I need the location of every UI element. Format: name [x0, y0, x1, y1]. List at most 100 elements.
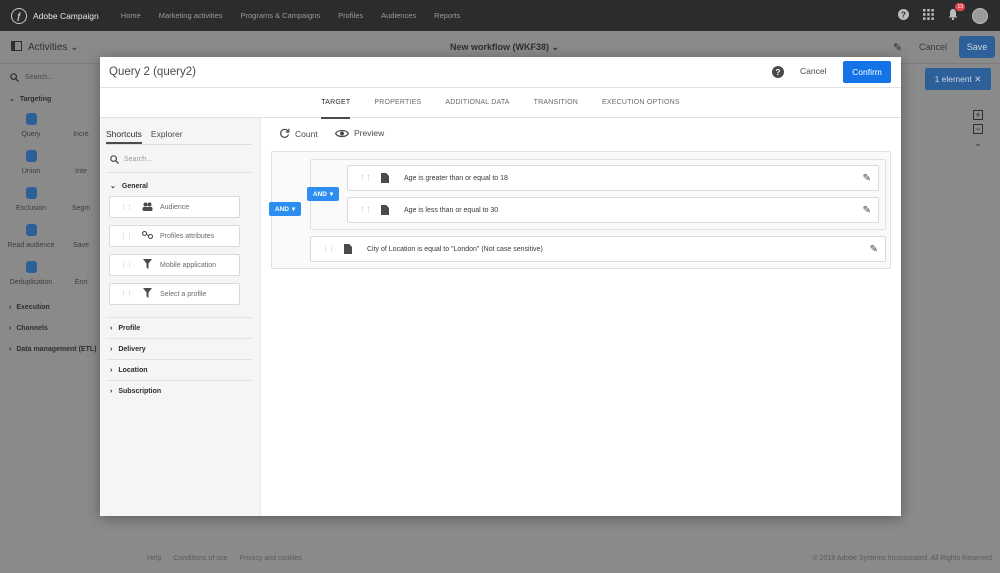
selected-element-button[interactable]: 1 element ✕: [925, 68, 991, 90]
drag-handle-icon[interactable]: ⋮⋮: [120, 232, 133, 240]
help-icon[interactable]: ?: [772, 66, 784, 78]
workflow-title[interactable]: New workflow (WKF38) ⌄: [450, 42, 559, 53]
nav-item-programs-campaigns[interactable]: Programs & Campaigns: [240, 11, 320, 20]
apps-grid-icon[interactable]: [923, 8, 934, 23]
inner-and-operator-button[interactable]: AND ▾: [307, 187, 339, 201]
activity-segmentation[interactable]: Segm: [62, 187, 100, 212]
drag-handle-icon[interactable]: ⋮⋮: [359, 206, 372, 214]
group-profile[interactable]: › Profile: [110, 325, 260, 332]
activity-intersection[interactable]: Inte: [62, 150, 100, 175]
condition-text: Age is greater than or equal to 18: [404, 174, 508, 182]
condition-text: Age is less than or equal to 30: [404, 206, 499, 214]
divider: [106, 144, 252, 145]
tab-execution-options[interactable]: EXECUTION OPTIONS: [602, 88, 680, 118]
group-label: Profile: [118, 325, 141, 332]
footer-link-privacy[interactable]: Privacy and cookies: [240, 555, 302, 562]
exclusion-icon: [25, 187, 37, 199]
section-channels[interactable]: › Channels: [9, 325, 100, 332]
activity-exclusion[interactable]: Exclusion: [0, 187, 62, 212]
nav-item-audiences[interactable]: Audiences: [381, 11, 416, 20]
shortcuts-search-input[interactable]: Search...: [110, 155, 260, 164]
shortcut-audience[interactable]: ⋮⋮ Audience: [109, 196, 240, 218]
activity-save-audience[interactable]: Save: [62, 224, 100, 249]
activity-label: Inte: [75, 168, 87, 175]
adobe-campaign-logo-icon[interactable]: ƒ: [11, 7, 27, 24]
activity-label: Query: [21, 131, 41, 138]
group-general[interactable]: ⌄ General: [110, 182, 260, 191]
edit-pencil-icon[interactable]: ✎: [863, 173, 871, 184]
zoom-out-icon[interactable]: −: [973, 124, 983, 134]
condition-age-max[interactable]: ⋮⋮ Age is less than or equal to 30 ✎: [347, 197, 879, 223]
dialog-confirm-button[interactable]: Confirm: [843, 61, 891, 83]
condition-city[interactable]: ⋮⋮ City of Location is equal to "London"…: [310, 236, 886, 262]
panel-toggle-icon[interactable]: [11, 40, 22, 54]
shortcut-profiles-attributes[interactable]: ⋮⋮ Profiles attributes: [109, 225, 240, 247]
drag-handle-icon[interactable]: ⋮⋮: [322, 245, 335, 253]
section-execution[interactable]: › Execution: [9, 304, 100, 311]
chevron-right-icon: ›: [9, 304, 12, 311]
selected-element-label: 1 element: [934, 74, 972, 84]
footer-link-help[interactable]: Help: [147, 555, 161, 562]
tab-target[interactable]: TARGET: [321, 88, 351, 119]
preview-label: Preview: [354, 128, 385, 138]
activity-incremental-query[interactable]: Incre: [62, 113, 100, 138]
section-label: Data management (ETL): [16, 346, 97, 353]
activity-read-audience[interactable]: Read audience: [0, 224, 62, 249]
chevron-down-icon: ⌄: [551, 41, 560, 52]
edit-pencil-icon[interactable]: ✎: [870, 244, 878, 255]
section-data-management[interactable]: › Data management (ETL): [9, 346, 100, 353]
help-icon[interactable]: ?: [898, 8, 909, 23]
group-subscription[interactable]: › Subscription: [110, 388, 260, 395]
nav-item-reports[interactable]: Reports: [434, 11, 460, 20]
group-location[interactable]: › Location: [110, 367, 260, 374]
shortcut-mobile-application[interactable]: ⋮⋮ Mobile application: [109, 254, 240, 276]
shortcut-label: Profiles attributes: [160, 232, 215, 240]
nav-item-marketing-activities[interactable]: Marketing activities: [159, 11, 223, 20]
nav-item-home[interactable]: Home: [121, 11, 141, 20]
condition-age-min[interactable]: ⋮⋮ Age is greater than or equal to 18 ✎: [347, 165, 879, 191]
tab-explorer[interactable]: Explorer: [151, 129, 183, 139]
user-avatar[interactable]: [972, 7, 988, 24]
footer-link-conditions[interactable]: Conditions of use: [173, 555, 227, 562]
outer-and-operator-button[interactable]: AND ▾: [269, 202, 301, 216]
app-name[interactable]: Adobe Campaign: [33, 11, 99, 21]
drag-handle-icon[interactable]: ⋮⋮: [120, 261, 133, 269]
tab-properties[interactable]: PROPERTIES: [374, 88, 421, 118]
activity-enrichment[interactable]: Enri: [62, 261, 100, 286]
edit-pencil-icon[interactable]: ✎: [893, 41, 902, 54]
divider: [106, 338, 252, 339]
workflow-save-button[interactable]: Save: [959, 36, 995, 58]
caret-down-icon: ▾: [291, 206, 296, 213]
filter-icon: [141, 259, 153, 271]
operator-label: AND: [312, 190, 327, 198]
activity-union[interactable]: Union: [0, 150, 62, 175]
zoom-in-icon[interactable]: +: [973, 110, 983, 120]
close-icon[interactable]: ✕: [974, 74, 981, 85]
query-dialog: Query 2 (query2) ? Cancel Confirm TARGET…: [100, 57, 901, 516]
group-delivery[interactable]: › Delivery: [110, 346, 260, 353]
tab-shortcuts[interactable]: Shortcuts: [106, 129, 142, 144]
nav-item-profiles[interactable]: Profiles: [338, 11, 363, 20]
notifications-bell-icon[interactable]: 13: [948, 2, 965, 23]
group-label: Location: [118, 367, 148, 374]
dialog-cancel-button[interactable]: Cancel: [800, 66, 826, 76]
count-button[interactable]: Count: [279, 128, 318, 139]
section-targeting[interactable]: ⌄ Targeting: [9, 95, 100, 104]
activities-dropdown[interactable]: Activities ⌄: [28, 42, 79, 53]
chevron-down-icon[interactable]: ⌄: [973, 138, 983, 148]
divider: [106, 380, 252, 381]
drag-handle-icon[interactable]: ⋮⋮: [120, 290, 133, 298]
activity-query[interactable]: Query: [0, 113, 62, 138]
refresh-icon: [280, 128, 290, 138]
drag-handle-icon[interactable]: ⋮⋮: [120, 203, 133, 211]
activity-deduplication[interactable]: Deduplication: [0, 261, 62, 286]
palette-search[interactable]: Search...: [10, 73, 100, 82]
workflow-cancel-button[interactable]: Cancel: [919, 42, 947, 52]
drag-handle-icon[interactable]: ⋮⋮: [359, 174, 372, 182]
tab-transition[interactable]: TRANSITION: [534, 88, 578, 118]
edit-pencil-icon[interactable]: ✎: [863, 205, 871, 216]
tab-additional-data[interactable]: ADDITIONAL DATA: [445, 88, 509, 118]
preview-button[interactable]: Preview: [335, 128, 384, 138]
activity-label: Deduplication: [9, 279, 53, 286]
shortcut-select-profile[interactable]: ⋮⋮ Select a profile: [109, 283, 240, 305]
